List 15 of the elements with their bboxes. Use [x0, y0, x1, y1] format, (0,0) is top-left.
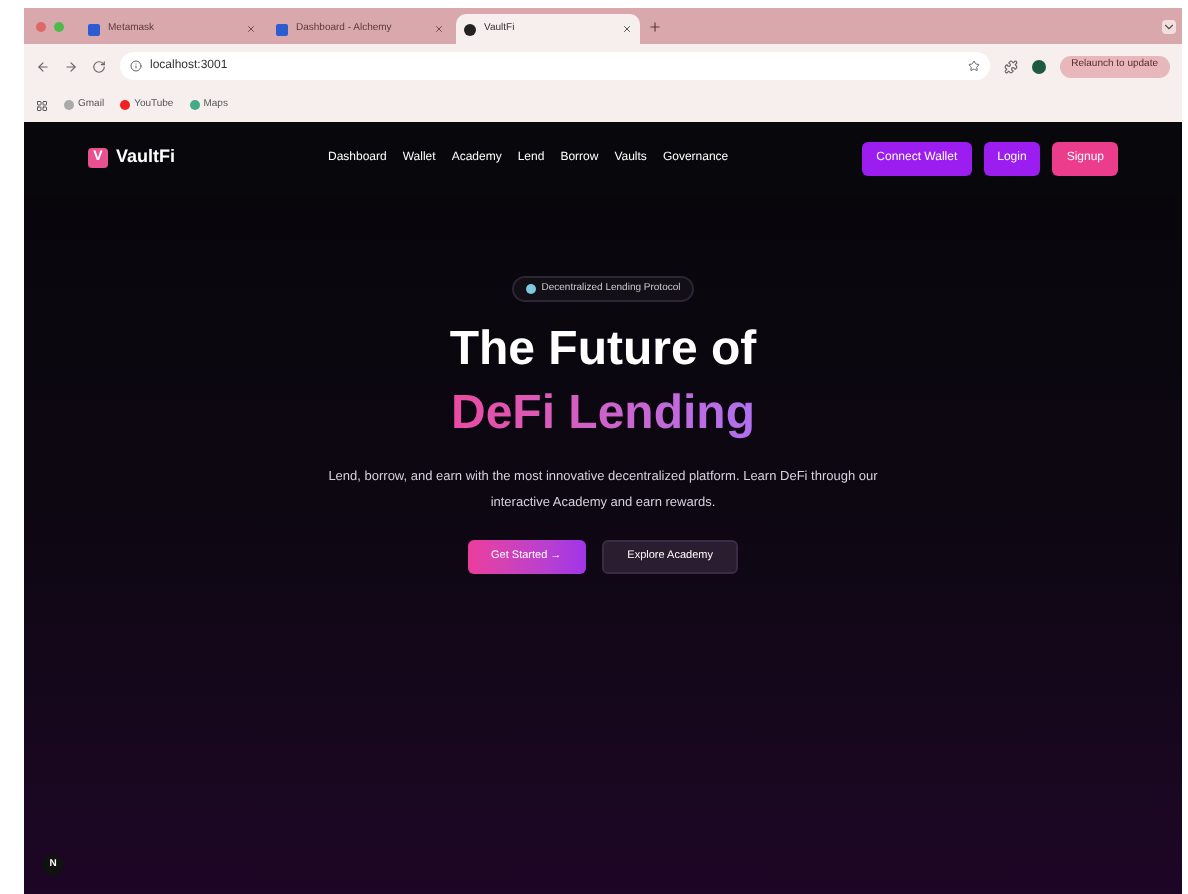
new-tab-icon[interactable]: [648, 19, 662, 33]
brand-name[interactable]: VaultFi: [116, 144, 176, 172]
apps-icon[interactable]: [36, 99, 48, 111]
extensions-icon[interactable]: [1003, 59, 1018, 73]
back-icon[interactable]: [36, 59, 50, 73]
tab-favicon-icon: [88, 23, 100, 35]
tab-favicon-icon: [276, 23, 288, 35]
bookmark-star-icon[interactable]: [967, 60, 980, 72]
reload-icon[interactable]: [92, 59, 106, 73]
tab-list-icon[interactable]: [1162, 19, 1176, 33]
profile-avatar-icon[interactable]: [1031, 59, 1046, 73]
tab-favicon-icon: [464, 23, 476, 35]
hero-title: The Future of: [449, 322, 757, 378]
site-info-icon: [130, 60, 142, 72]
forward-icon[interactable]: [64, 59, 78, 73]
